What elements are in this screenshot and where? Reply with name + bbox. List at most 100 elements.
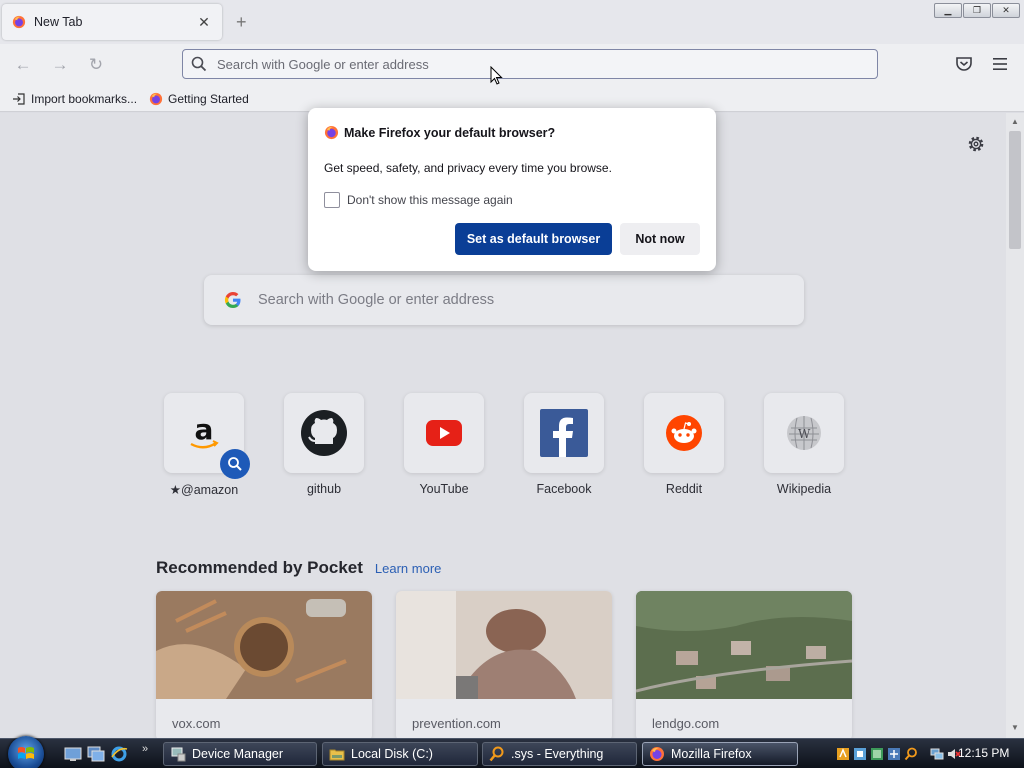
bookmark-getting-started[interactable]: Getting Started [149,92,249,106]
minimize-button[interactable]: ▁ [934,3,962,18]
newtab-search-input[interactable]: Search with Google or enter address [204,275,804,325]
tray-app-icon[interactable] [887,747,901,761]
top-site-label: @amazon [181,483,239,497]
tray-app-icon[interactable] [870,747,884,761]
github-icon [301,410,347,456]
navigation-toolbar: ← → ↻ Search with Google or enter addres… [0,44,1024,86]
taskbar-clock[interactable]: 12:15 PM [958,746,1009,760]
story-thumbnail [156,591,372,699]
wikipedia-icon: W [787,416,821,450]
mouse-cursor-icon [490,66,503,85]
windows-taskbar: » Device Manager Local Disk (C:) .sys - … [0,736,1024,768]
everything-search-icon [489,746,504,762]
network-icon[interactable] [930,747,944,761]
not-now-button[interactable]: Not now [620,223,700,255]
hamburger-menu-icon[interactable] [990,54,1010,74]
top-site-wikipedia[interactable]: W Wikipedia [756,393,852,496]
reload-icon: ↻ [88,55,104,74]
top-site-reddit[interactable]: Reddit [636,393,732,496]
folder-icon [329,749,345,761]
svg-text:a: a [195,413,214,446]
taskbar-local-disk[interactable]: Local Disk (C:) [322,742,478,766]
back-button[interactable]: ← [12,54,34,76]
newtab-search-placeholder: Search with Google or enter address [258,292,495,308]
back-arrow-icon: ← [14,55,32,74]
device-manager-icon [171,747,186,762]
tab-strip: New Tab ✕ + ▁ ❐ ✕ [0,0,1024,44]
taskbar-firefox[interactable]: Mozilla Firefox [642,742,798,766]
pocket-card[interactable]: lendgo.com [636,591,852,738]
task-label: Mozilla Firefox [671,747,752,761]
switch-windows-icon[interactable] [87,745,105,763]
forward-button[interactable]: → [49,54,71,76]
pocket-card[interactable]: prevention.com [396,591,612,738]
pocket-heading: Recommended by Pocket [156,558,363,577]
card-source: prevention.com [412,716,501,731]
google-icon [224,291,241,309]
firefox-icon [12,15,26,29]
firefox-icon [324,125,339,140]
tab-new-tab[interactable]: New Tab ✕ [2,4,222,40]
system-tray [836,739,961,768]
task-label: Device Manager [192,747,284,761]
bookmark-import[interactable]: Import bookmarks... [12,92,137,106]
pin-icon: ★ [169,483,182,497]
reddit-icon [666,415,702,451]
import-icon [13,92,25,105]
story-thumbnail [636,591,852,699]
taskbar-everything[interactable]: .sys - Everything [482,742,637,766]
gear-icon[interactable] [966,134,986,154]
top-site-facebook[interactable]: Facebook [516,393,612,496]
tab-title: New Tab [34,15,83,29]
dont-show-again-checkbox[interactable]: Don't show this message again [324,192,513,208]
firefox-icon [650,747,664,761]
scrollbar-thumb[interactable] [1009,131,1021,249]
restore-button[interactable]: ❐ [963,3,991,18]
search-icon [228,457,242,471]
dialog-title: Make Firefox your default browser? [344,125,556,140]
svg-text:W: W [798,427,811,441]
pocket-icon[interactable] [954,54,974,74]
pocket-card[interactable]: vox.com [156,591,372,738]
internet-explorer-icon[interactable] [110,745,128,763]
learn-more-link[interactable]: Learn more [375,561,441,576]
everything-search-icon[interactable] [904,747,918,761]
forward-arrow-icon: → [51,55,69,74]
close-tab-icon[interactable]: ✕ [196,14,212,30]
address-bar[interactable]: Search with Google or enter address [182,49,878,79]
reload-button[interactable]: ↻ [85,54,107,76]
scroll-down-arrow-icon[interactable]: ▼ [1006,723,1024,732]
start-button[interactable] [8,736,44,768]
task-label: .sys - Everything [511,747,604,761]
bookmark-label: Getting Started [168,91,249,106]
top-site-label: Facebook [536,482,592,496]
top-sites: a ★@amazon github YouTube Facebook Reddi… [156,393,876,503]
window-controls: ▁ ❐ ✕ [934,3,1020,18]
checkbox-box[interactable] [324,192,340,208]
set-default-browser-button[interactable]: Set as default browser [455,223,612,255]
pocket-section-header: Recommended by Pocket Learn more [156,558,441,578]
top-site-amazon[interactable]: a ★@amazon [156,393,252,497]
show-desktop-icon[interactable] [64,745,82,763]
quick-launch-more[interactable]: » [142,743,148,755]
task-label: Local Disk (C:) [351,747,433,761]
tray-app-icon[interactable] [836,747,850,761]
top-site-label: Reddit [665,482,703,496]
card-source: lendgo.com [652,716,720,731]
taskbar-device-manager[interactable]: Device Manager [163,742,317,766]
checkbox-label: Don't show this message again [347,193,513,207]
youtube-icon [426,420,462,446]
top-site-github[interactable]: github [276,393,372,496]
page-scrollbar[interactable]: ▲ ▼ [1006,113,1024,738]
dialog-message: Get speed, safety, and privacy every tim… [324,161,612,175]
scroll-up-arrow-icon[interactable]: ▲ [1006,117,1024,126]
address-bar-placeholder: Search with Google or enter address [217,56,429,72]
search-shortcut-badge [220,449,250,479]
bookmark-label: Import bookmarks... [31,91,138,106]
tray-app-icon[interactable] [853,747,867,761]
top-site-youtube[interactable]: YouTube [396,393,492,496]
close-window-button[interactable]: ✕ [992,3,1020,18]
card-source: vox.com [172,716,221,731]
new-tab-button[interactable]: + [236,12,247,32]
top-site-label: YouTube [419,482,469,496]
